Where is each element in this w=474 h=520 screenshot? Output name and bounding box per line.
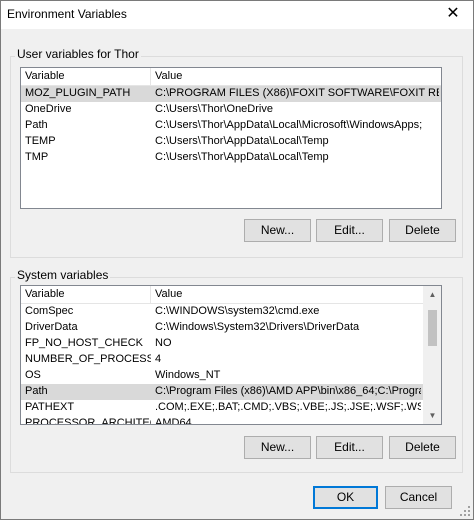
table-row[interactable]: PATHEXT .COM;.EXE;.BAT;.CMD;.VBS;.VBE;.J… (21, 400, 441, 416)
title-bar: Environment Variables ✕ (1, 1, 473, 29)
table-row[interactable]: MOZ_PLUGIN_PATH C:\PROGRAM FILES (X86)\F… (21, 86, 441, 102)
table-row[interactable]: OS Windows_NT (21, 368, 441, 384)
variable-name: TEMP (25, 135, 56, 147)
user-variables-list[interactable]: Variable Value MOZ_PLUGIN_PATH C:\PROGRA… (20, 67, 442, 209)
table-row[interactable]: DriverData C:\Windows\System32\Drivers\D… (21, 320, 441, 336)
table-row[interactable]: Path C:\Users\Thor\AppData\Local\Microso… (21, 118, 441, 134)
variable-value: C:\Users\Thor\OneDrive (155, 103, 273, 115)
system-new-button[interactable]: New... (244, 436, 311, 459)
variable-name: PATHEXT (25, 401, 75, 413)
user-new-button[interactable]: New... (244, 219, 311, 242)
column-header-value[interactable]: Value (155, 70, 182, 82)
variable-name: NUMBER_OF_PROCESSORS (25, 353, 151, 365)
column-divider[interactable] (150, 286, 151, 303)
variable-value: C:\Program Files (x86)\AMD APP\bin\x86_6… (155, 385, 421, 397)
system-delete-button[interactable]: Delete (389, 436, 456, 459)
user-edit-button[interactable]: Edit... (316, 219, 383, 242)
table-row[interactable]: Path C:\Program Files (x86)\AMD APP\bin\… (21, 384, 441, 400)
variable-value: C:\Users\Thor\AppData\Local\Microsoft\Wi… (155, 119, 423, 131)
system-variables-list[interactable]: Variable Value ComSpec C:\WINDOWS\system… (20, 285, 442, 425)
variable-name: Path (25, 119, 48, 131)
system-variables-label: System variables (15, 268, 111, 282)
variable-value: C:\Users\Thor\AppData\Local\Temp (155, 151, 329, 163)
scrollbar-thumb[interactable] (428, 310, 437, 346)
table-row[interactable]: NUMBER_OF_PROCESSORS 4 (21, 352, 441, 368)
column-header-value[interactable]: Value (155, 288, 182, 300)
table-row[interactable]: TMP C:\Users\Thor\AppData\Local\Temp (21, 150, 441, 166)
variable-name: MOZ_PLUGIN_PATH (25, 87, 131, 99)
column-header-variable[interactable]: Variable (25, 288, 65, 300)
table-row[interactable]: FP_NO_HOST_CHECK NO (21, 336, 441, 352)
ok-button[interactable]: OK (313, 486, 378, 509)
variable-name: TMP (25, 151, 49, 163)
variable-value: C:\Windows\System32\Drivers\DriverData (155, 321, 360, 333)
column-header-variable[interactable]: Variable (25, 70, 65, 82)
variable-name: ComSpec (25, 305, 74, 317)
system-list-header: Variable Value (21, 286, 441, 304)
variable-value: NO (155, 337, 172, 349)
cancel-button[interactable]: Cancel (385, 486, 452, 509)
user-delete-button[interactable]: Delete (389, 219, 456, 242)
variable-name: DriverData (25, 321, 78, 333)
variable-value: C:\PROGRAM FILES (X86)\FOXIT SOFTWARE\FO… (155, 87, 439, 99)
variable-name: PROCESSOR_ARCHITECTURE (25, 417, 151, 425)
table-row[interactable]: TEMP C:\Users\Thor\AppData\Local\Temp (21, 134, 441, 150)
system-edit-button[interactable]: Edit... (316, 436, 383, 459)
variable-value: C:\Users\Thor\AppData\Local\Temp (155, 135, 329, 147)
resize-grip-icon[interactable] (460, 506, 470, 516)
variable-value: AMD64 (155, 417, 192, 425)
scroll-up-arrow-icon[interactable]: ▲ (424, 286, 441, 303)
scroll-down-arrow-icon[interactable]: ▼ (424, 407, 441, 424)
table-row[interactable]: PROCESSOR_ARCHITECTURE AMD64 (21, 416, 441, 425)
column-divider[interactable] (150, 68, 151, 85)
variable-value: C:\WINDOWS\system32\cmd.exe (155, 305, 320, 317)
close-icon[interactable]: ✕ (443, 4, 463, 24)
environment-variables-dialog: Environment Variables ✕ User variables f… (0, 0, 474, 520)
user-list-header: Variable Value (21, 68, 441, 86)
user-variables-label: User variables for Thor (15, 47, 141, 61)
table-row[interactable]: ComSpec C:\WINDOWS\system32\cmd.exe (21, 304, 441, 320)
variable-name: OS (25, 369, 41, 381)
variable-value: Windows_NT (155, 369, 221, 381)
variable-name: FP_NO_HOST_CHECK (25, 337, 143, 349)
table-row[interactable]: OneDrive C:\Users\Thor\OneDrive (21, 102, 441, 118)
variable-value: .COM;.EXE;.BAT;.CMD;.VBS;.VBE;.JS;.JSE;.… (155, 401, 421, 413)
variable-name: Path (25, 385, 48, 397)
window-title: Environment Variables (7, 7, 127, 21)
variable-value: 4 (155, 353, 162, 365)
vertical-scrollbar[interactable]: ▲ ▼ (423, 286, 441, 424)
variable-name: OneDrive (25, 103, 72, 115)
